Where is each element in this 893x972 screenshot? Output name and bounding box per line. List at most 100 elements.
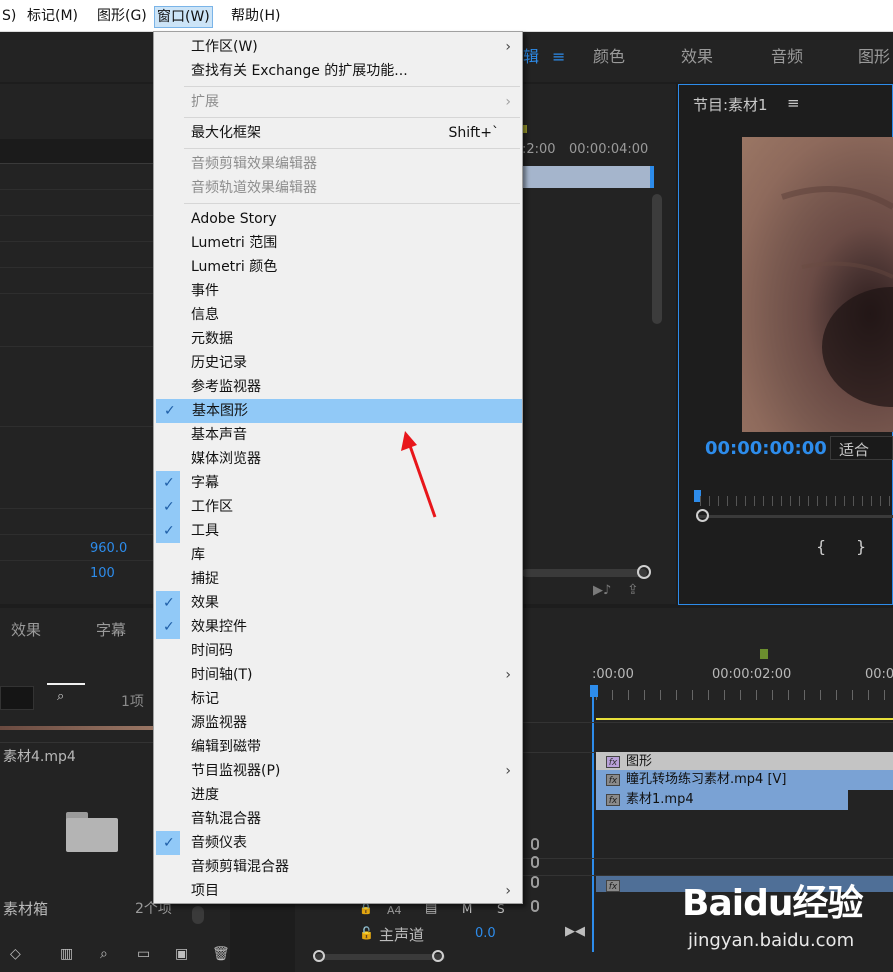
workspace-tab-editing[interactable]: 辑 — [523, 32, 539, 82]
window-menu-item[interactable]: 基本图形 ✓ — [156, 399, 522, 423]
menu-item-label: 基本声音 — [191, 427, 247, 443]
window-menu-item[interactable]: 效果控件 ✓ — [155, 615, 521, 639]
menu-separator — [184, 86, 520, 87]
clip-graphics[interactable]: fx 图形 — [596, 752, 893, 772]
timeline-playhead[interactable] — [592, 697, 594, 952]
window-menu-item[interactable]: 字幕 ✓ — [155, 471, 521, 495]
bin-name[interactable]: 素材箱 — [3, 898, 48, 919]
window-menu-item[interactable]: 时间轴(T) › — [155, 663, 521, 687]
window-menu-item[interactable]: 工作区 ✓ — [155, 495, 521, 519]
scale-value[interactable]: 100 — [90, 566, 115, 581]
menu-item-label: 音频仪表 — [191, 835, 247, 851]
menu-item-graphics[interactable]: 图形(G) — [95, 0, 149, 32]
window-menu-item[interactable]: 媒体浏览器 — [155, 447, 521, 471]
mic-icon[interactable] — [531, 838, 539, 850]
workspace-tab-effects[interactable]: 效果 — [681, 32, 713, 82]
sort-icon[interactable]: ◇ — [10, 946, 21, 962]
folder-icon[interactable] — [66, 812, 118, 852]
workspace-menu-icon[interactable]: ≡ — [552, 32, 565, 82]
new-bin-icon[interactable]: ▭ — [137, 946, 150, 962]
panel-menu-icon[interactable]: ≡ — [787, 94, 800, 112]
menu-item-help[interactable]: 帮助(H) — [229, 0, 282, 32]
timeline-playhead-handle[interactable] — [590, 685, 598, 697]
program-monitor-title[interactable]: 节目:素材1 — [693, 94, 768, 115]
menu-item-label: 信息 — [191, 307, 219, 323]
program-ruler — [700, 496, 893, 506]
window-menu-item[interactable]: 信息 — [155, 303, 521, 327]
window-menu-item[interactable]: 查找有关 Exchange 的扩展功能... — [155, 59, 521, 83]
program-timecode[interactable]: 00:00:00:00 — [705, 438, 827, 459]
window-menu-item[interactable]: 标记 — [155, 687, 521, 711]
fit-dropdown[interactable]: 适合 — [830, 436, 893, 460]
workspace-tab-graphics[interactable]: 图形 — [858, 32, 890, 82]
mark-in-icon[interactable]: { — [816, 537, 826, 556]
workspace-tab-color[interactable]: 颜色 — [593, 32, 625, 82]
window-menu-item[interactable]: 工作区(W) › — [155, 35, 521, 59]
red-arrow-annotation — [401, 431, 437, 518]
export-audio-icon[interactable]: ▶♪ — [593, 583, 611, 598]
mic-icon[interactable] — [531, 856, 539, 868]
window-menu-item[interactable]: 音频剪辑混合器 — [155, 855, 521, 879]
window-menu-item[interactable]: 事件 — [155, 279, 521, 303]
mic-icon[interactable] — [531, 876, 539, 888]
timeline-zoom-bar[interactable] — [315, 954, 445, 960]
solo-button[interactable]: S — [497, 902, 505, 916]
window-menu-item[interactable]: Lumetri 范围 — [155, 231, 521, 255]
watermark-url: jingyan.baidu.com — [688, 930, 855, 951]
window-menu-item[interactable]: 最大化框架 Shift+` — [155, 121, 521, 145]
window-menu-item[interactable]: 工具 ✓ — [155, 519, 521, 543]
window-menu-item[interactable]: Lumetri 颜色 — [155, 255, 521, 279]
menu-item-label: 项目 — [191, 883, 219, 899]
menu-item-label: 进度 — [191, 787, 219, 803]
tab-effects[interactable]: 效果 — [11, 619, 41, 640]
window-menu-item[interactable]: 进度 — [155, 783, 521, 807]
clip-pupil-transition[interactable]: fx 瞳孔转场练习素材.mp4 [V] — [596, 770, 893, 790]
search-input[interactable] — [0, 686, 34, 710]
workspace-tab-audio[interactable]: 音频 — [771, 32, 803, 82]
menu-item-prev[interactable]: S) — [0, 0, 18, 32]
window-menu-item: 音频剪辑效果编辑器 — [155, 152, 521, 176]
project-scrollbar[interactable] — [192, 906, 204, 924]
file-name[interactable]: 素材4.mp4 — [3, 746, 76, 766]
export-frame-icon[interactable]: ⇪ — [627, 582, 639, 598]
window-menu-item[interactable]: 捕捉 — [155, 567, 521, 591]
zoom-handle[interactable] — [696, 509, 709, 522]
new-item-icon[interactable]: ▣ — [175, 946, 188, 962]
window-menu-item[interactable]: 库 — [155, 543, 521, 567]
window-menu-item[interactable]: 参考监视器 — [155, 375, 521, 399]
master-value[interactable]: 0.0 — [475, 926, 496, 941]
window-menu-item[interactable]: Adobe Story — [155, 207, 521, 231]
timeline-time-end: 00:0 — [865, 667, 893, 682]
find-icon[interactable]: ⌕ — [57, 689, 64, 704]
clip-material1[interactable]: fx 素材1.mp4 — [596, 790, 848, 810]
zoom-handle-left[interactable] — [313, 950, 325, 962]
menu-item-markers[interactable]: 标记(M) — [25, 0, 80, 32]
unlock-icon[interactable]: 🔓 — [359, 926, 374, 940]
window-menu-item[interactable]: 基本声音 — [155, 423, 521, 447]
program-scrollbar[interactable] — [697, 515, 893, 518]
mark-out-icon[interactable]: } — [856, 537, 866, 556]
window-menu-item[interactable]: 编辑到磁带 — [155, 735, 521, 759]
window-menu-item[interactable]: 元数据 — [155, 327, 521, 351]
menu-item-label: 媒体浏览器 — [191, 451, 261, 467]
zoom-handle-right[interactable] — [432, 950, 444, 962]
menu-item-window[interactable]: 窗口(W) — [154, 6, 213, 28]
find-icon-2[interactable]: ⌕ — [100, 946, 108, 962]
window-menu-item[interactable]: 效果 ✓ — [155, 591, 521, 615]
position-x-value[interactable]: 960.0 — [90, 541, 127, 556]
go-to-end-icon[interactable]: ▶◀ — [565, 924, 585, 939]
tab-captions[interactable]: 字幕 — [96, 619, 126, 640]
mute-button[interactable]: M — [462, 902, 472, 916]
trash-icon[interactable]: 🗑 — [212, 946, 230, 962]
mic-icon[interactable] — [531, 900, 539, 912]
window-menu-item[interactable]: 历史记录 — [155, 351, 521, 375]
menu-item-label: 参考监视器 — [191, 379, 261, 395]
window-menu-item[interactable]: 时间码 — [155, 639, 521, 663]
window-menu-item[interactable]: 音频仪表 ✓ — [155, 831, 521, 855]
window-menu-item[interactable]: 项目 › — [155, 879, 521, 903]
window-menu-item[interactable]: 源监视器 — [155, 711, 521, 735]
automate-icon[interactable]: ▥ — [60, 946, 73, 962]
window-menu-item[interactable]: 节目监视器(P) › — [155, 759, 521, 783]
window-menu-item[interactable]: 音轨混合器 — [155, 807, 521, 831]
work-area-bar[interactable] — [596, 718, 893, 720]
